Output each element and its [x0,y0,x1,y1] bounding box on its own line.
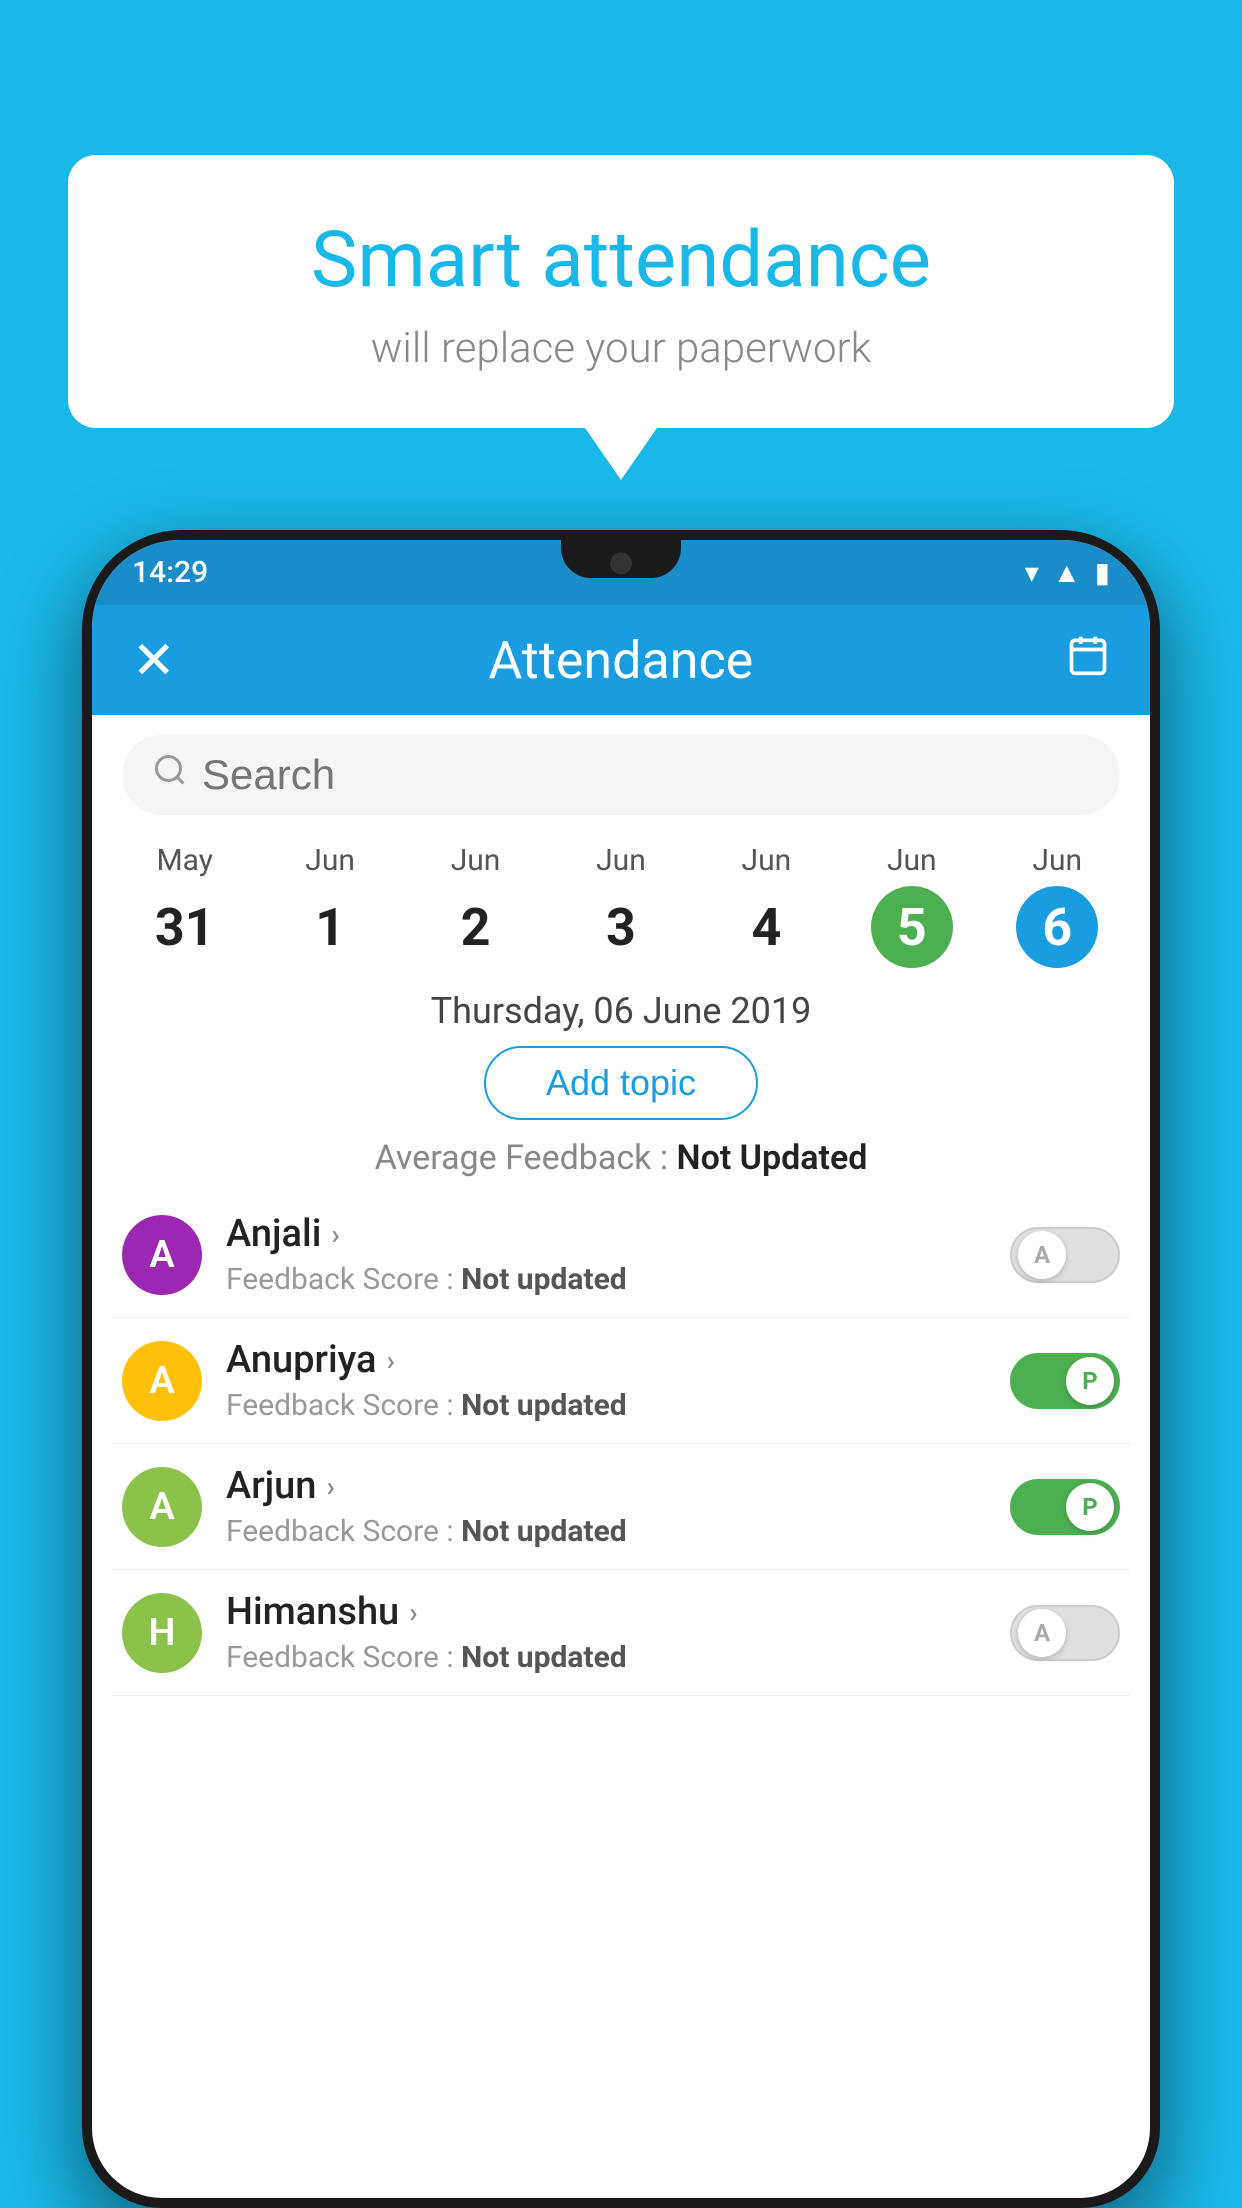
cal-date-number[interactable]: 1 [289,886,371,968]
wifi-icon: ▾ [1025,556,1039,589]
bubble-subtitle: will replace your paperwork [118,324,1124,373]
toggle-thumb: A [1018,1609,1066,1657]
toggle-thumb: P [1066,1357,1114,1405]
phone-frame: 14:29 ▾ ▲ ▮ ✕ Attendance [82,530,1160,2208]
avg-feedback-value: Not Updated [677,1138,868,1178]
calendar-day[interactable]: Jun 4 [725,843,807,968]
toggle-switch[interactable]: A [1010,1605,1120,1661]
phone-inner: 14:29 ▾ ▲ ▮ ✕ Attendance [92,540,1150,2198]
status-time: 14:29 [132,555,208,590]
toggle-thumb: A [1018,1231,1066,1279]
student-avatar: A [122,1215,202,1295]
notch [561,540,681,578]
student-name: Anupriya › [226,1338,994,1382]
student-name: Anjali › [226,1212,994,1256]
chevron-icon: › [386,1344,394,1377]
chevron-icon: › [331,1218,339,1251]
speech-bubble: Smart attendance will replace your paper… [68,155,1174,428]
student-feedback: Feedback Score : Not updated [226,1514,994,1549]
student-info: Anupriya › Feedback Score : Not updated [226,1338,994,1423]
cal-month-label: Jun [305,843,355,878]
status-bar: 14:29 ▾ ▲ ▮ [92,540,1150,605]
search-input[interactable] [202,751,1090,799]
calendar-button[interactable] [1066,633,1110,688]
cal-month-label: May [156,843,212,878]
student-feedback: Feedback Score : Not updated [226,1388,994,1423]
camera [610,552,632,574]
student-info: Himanshu › Feedback Score : Not updated [226,1590,994,1675]
cal-month-label: Jun [596,843,646,878]
attendance-toggle[interactable]: A [1010,1227,1120,1283]
calendar-day[interactable]: Jun 3 [580,843,662,968]
cal-month-label: Jun [1032,843,1082,878]
toggle-switch[interactable]: A [1010,1227,1120,1283]
calendar-day[interactable]: Jun 5 [871,843,953,968]
battery-icon: ▮ [1095,556,1110,589]
student-info: Arjun › Feedback Score : Not updated [226,1464,994,1549]
student-name: Arjun › [226,1464,994,1508]
student-info: Anjali › Feedback Score : Not updated [226,1212,994,1297]
add-topic-button[interactable]: Add topic [484,1046,758,1120]
student-avatar: A [122,1467,202,1547]
avg-feedback: Average Feedback : Not Updated [92,1138,1150,1178]
toggle-switch[interactable]: P [1010,1479,1120,1535]
student-item[interactable]: A Arjun › Feedback Score : Not updated P [112,1444,1130,1570]
chevron-icon: › [326,1470,334,1503]
app-bar: ✕ Attendance [92,605,1150,715]
cal-date-number[interactable]: 4 [725,886,807,968]
attendance-toggle[interactable]: P [1010,1479,1120,1535]
student-feedback: Feedback Score : Not updated [226,1640,994,1675]
chevron-icon: › [409,1596,417,1629]
student-avatar: H [122,1593,202,1673]
calendar-row: May 31 Jun 1 Jun 2 Jun 3 Jun 4 Jun 5 Jun 6 [92,825,1150,968]
cal-date-number[interactable]: 5 [871,886,953,968]
cal-month-label: Jun [451,843,501,878]
student-item[interactable]: A Anupriya › Feedback Score : Not updated P [112,1318,1130,1444]
search-bar[interactable] [122,735,1120,815]
signal-icon: ▲ [1053,556,1081,589]
student-list: AAnjali ›Feedback Score : Not updatedAAA… [92,1192,1150,1696]
student-name: Himanshu › [226,1590,994,1634]
app-title: Attendance [176,630,1066,691]
cal-month-label: Jun [887,843,937,878]
phone-content: May 31 Jun 1 Jun 2 Jun 3 Jun 4 Jun 5 Jun 6 Thursday, … [92,715,1150,2198]
calendar-day[interactable]: Jun 2 [435,843,517,968]
calendar-day[interactable]: Jun 6 [1016,843,1098,968]
student-item[interactable]: A Anjali › Feedback Score : Not updated A [112,1192,1130,1318]
attendance-toggle[interactable]: A [1010,1605,1120,1661]
toggle-switch[interactable]: P [1010,1353,1120,1409]
cal-date-number[interactable]: 2 [435,886,517,968]
student-item[interactable]: H Himanshu › Feedback Score : Not updated A [112,1570,1130,1696]
student-avatar: A [122,1341,202,1421]
close-button[interactable]: ✕ [132,630,176,691]
cal-date-number[interactable]: 31 [144,886,226,968]
toggle-thumb: P [1066,1483,1114,1531]
cal-date-number[interactable]: 3 [580,886,662,968]
cal-date-number[interactable]: 6 [1016,886,1098,968]
calendar-day[interactable]: Jun 1 [289,843,371,968]
cal-month-label: Jun [742,843,792,878]
calendar-day[interactable]: May 31 [144,843,226,968]
search-icon [152,752,188,798]
attendance-toggle[interactable]: P [1010,1353,1120,1409]
bubble-title: Smart attendance [118,215,1124,306]
student-feedback: Feedback Score : Not updated [226,1262,994,1297]
status-icons: ▾ ▲ ▮ [1025,556,1110,589]
avg-feedback-label: Average Feedback : [375,1138,669,1178]
date-label: Thursday, 06 June 2019 [92,990,1150,1032]
